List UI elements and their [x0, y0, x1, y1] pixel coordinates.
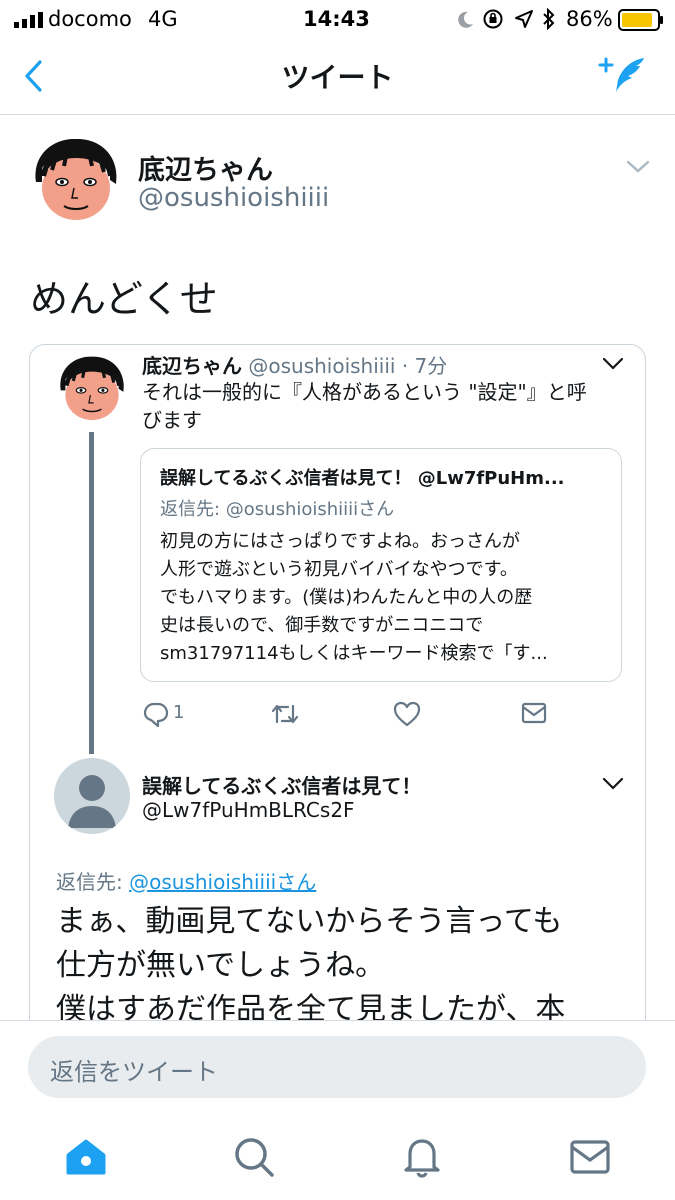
status-bar: docomo 4G 14:43 86% [0, 0, 675, 40]
nested-quote-line: sm31797114もしくはキーワード検索で「す... [160, 643, 548, 664]
envelope-icon [570, 1140, 610, 1174]
tab-home[interactable] [62, 1133, 110, 1181]
clock-label: 14:43 [303, 7, 370, 31]
retweet-icon [271, 704, 299, 724]
tweet-text: めんどくせ [30, 277, 218, 321]
reply-text-line: まぁ、動画見てないからそう言っても [56, 904, 563, 939]
reply-composer-input[interactable]: 返信をツイート [28, 1036, 646, 1098]
like-action-button[interactable] [392, 700, 422, 728]
composer-divider [0, 1020, 675, 1021]
reply-bubble-icon [143, 702, 169, 728]
tweet-options-button[interactable] [624, 157, 652, 177]
nested-quote-line: でもハマります。(僕は)わんたんと中の人の歴 [160, 587, 533, 608]
reply-to-line: 返信先: @osushioishiiiiさん [56, 866, 316, 895]
location-icon [514, 9, 534, 29]
bell-icon [404, 1139, 440, 1178]
dm-action-button[interactable] [520, 700, 548, 726]
carrier-label: docomo [48, 7, 132, 31]
thread-connector-line [89, 432, 94, 754]
nested-quote-reply-to: 返信先: @osushioishiiiiさん [160, 499, 395, 520]
heart-icon [393, 701, 421, 727]
page-title: ツイート [281, 61, 394, 94]
battery-icon [618, 9, 664, 31]
signal-icon [14, 12, 44, 28]
compose-feather-icon [598, 57, 644, 92]
chevron-down-icon [602, 357, 624, 370]
quoted-tweet-text-line: それは一般的に『人格があるという "設定"』と呼 [142, 380, 587, 404]
search-icon [235, 1138, 274, 1177]
reply-options-button[interactable] [600, 774, 626, 794]
tab-search[interactable] [230, 1133, 278, 1181]
nav-divider [0, 114, 675, 115]
reply-author-handle[interactable]: @Lw7fPuHmBLRCs2F [142, 798, 355, 822]
home-icon [66, 1139, 106, 1175]
compose-tweet-button[interactable] [598, 54, 650, 98]
reply-composer-placeholder: 返信をツイート [50, 1058, 218, 1086]
nested-quote-line: 史は長いので、御手数ですがニコニコで [160, 615, 484, 636]
reply-tweet-text: まぁ、動画見てないからそう言っても 仕方が無いでしょうね。 僕はすあだ作品を全て… [56, 900, 565, 1032]
bluetooth-icon [542, 7, 556, 31]
moon-icon [455, 10, 475, 30]
retweet-action-button[interactable] [270, 700, 300, 728]
chevron-down-icon [626, 160, 650, 173]
quoted-tweet-header: 底辺ちゃん @osushioishiiii · 7分 [142, 350, 447, 379]
reply-action-button[interactable]: 1 [142, 700, 192, 728]
tab-messages[interactable] [566, 1133, 614, 1181]
reply-to-handle-link[interactable]: @osushioishiiiiさん [129, 870, 316, 894]
battery-percent: 86% [566, 7, 613, 31]
quoted-author-name[interactable]: 底辺ちゃん [142, 354, 242, 378]
quoted-tweet-options-button[interactable] [600, 354, 626, 374]
nested-quote-header: 誤解してるぶくぶ信者は見て！ @Lw7fPuHm... [160, 468, 565, 489]
quoted-tweet-text-line: びます [142, 408, 202, 432]
author-display-name[interactable]: 底辺ちゃん [138, 148, 273, 187]
nested-quote-line: 人形で遊ぶという初見バイバイなやつです。 [160, 559, 518, 580]
chevron-down-icon [602, 777, 624, 790]
avatar-face-image [56, 354, 128, 422]
default-user-icon [68, 775, 116, 828]
quoted-tweet-text: それは一般的に『人格があるという "設定"』と呼 びます [142, 378, 587, 434]
nested-quote-text: 初見の方にはさっぱりですよね。おっさんが 人形で遊ぶという初見バイバイなやつです… [160, 528, 548, 668]
reply-text-line: 仕方が無いでしょうね。 [56, 948, 386, 983]
reply-author-name[interactable]: 誤解してるぶくぶ信者は見て！ [142, 770, 421, 799]
avatar-face-image [30, 136, 122, 222]
envelope-icon [521, 702, 547, 724]
author-handle[interactable]: @osushioishiiii [138, 183, 329, 213]
reply-count: 1 [173, 702, 185, 723]
tab-notifications[interactable] [398, 1133, 446, 1181]
rotation-lock-icon [482, 8, 504, 30]
nested-quote-line: 初見の方にはさっぱりですよね。おっさんが [160, 531, 520, 552]
network-label: 4G [148, 7, 178, 31]
reply-author-avatar[interactable] [54, 758, 130, 834]
reply-to-prefix: 返信先: [56, 870, 130, 894]
author-avatar[interactable] [30, 136, 122, 222]
quoted-author-avatar[interactable] [56, 354, 128, 422]
quoted-author-handle-time[interactable]: @osushioishiiii · 7分 [248, 354, 447, 378]
